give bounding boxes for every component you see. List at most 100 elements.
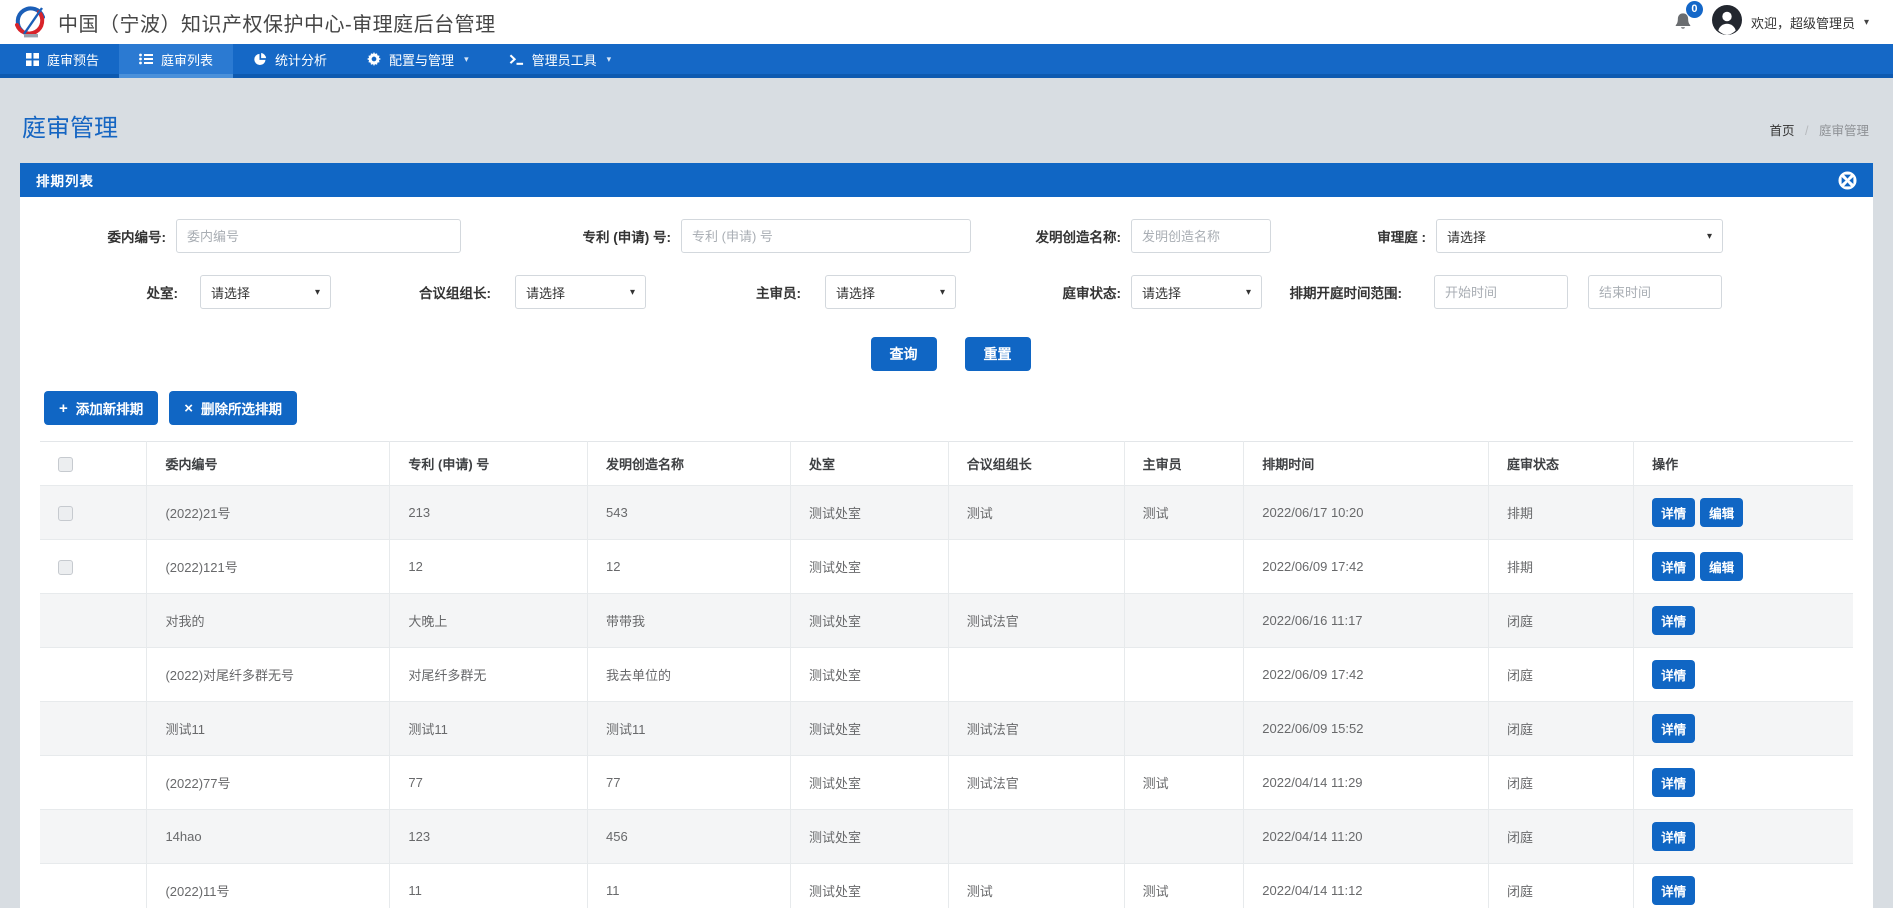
user-menu[interactable]: 欢迎，超级管理员 ▾ (1712, 5, 1869, 40)
chevron-down-icon: ▾ (1864, 17, 1869, 28)
nav-item-4[interactable]: 配置与管理▾ (347, 44, 489, 74)
detail-button[interactable]: 详情 (1652, 876, 1695, 905)
delete-selected-button[interactable]: × 删除所选排期 (169, 391, 297, 425)
table-cell: 2022/06/17 10:20 (1244, 486, 1489, 540)
table-row: 对我的大晚上带带我测试处室测试法官2022/06/16 11:17闭庭详情 (40, 594, 1853, 648)
avatar (1712, 5, 1742, 40)
table-cell: (2022)对尾纤多群无号 (147, 648, 390, 702)
patent-label: 专利 (申请) 号: (506, 226, 671, 246)
table-cell: 测试处室 (791, 864, 949, 908)
office-select[interactable]: 请选择 ▾ (200, 275, 331, 309)
table-cell: 12 (588, 540, 791, 594)
row-actions-cell: 详情编辑 (1634, 540, 1853, 594)
court-label: 审理庭 : (1271, 226, 1426, 246)
nav-item-label: 庭审列表 (161, 50, 213, 69)
table-cell: 测试11 (147, 702, 390, 756)
nav-item-2[interactable]: 庭审列表 (119, 44, 233, 74)
column-header: 合议组组长 (948, 442, 1124, 486)
table-cell: 测试处室 (791, 810, 949, 864)
table-cell (1124, 540, 1244, 594)
table-cell: 测试处室 (791, 648, 949, 702)
table-row: (2022)121号1212测试处室2022/06/09 17:42排期详情编辑 (40, 540, 1853, 594)
table-cell: 闭庭 (1489, 648, 1634, 702)
table-cell: 2022/04/14 11:12 (1244, 864, 1489, 908)
table-cell: 2022/06/09 17:42 (1244, 648, 1489, 702)
judge-select-value: 请选择 (836, 283, 875, 302)
presiding-select-value: 请选择 (526, 283, 565, 302)
detail-button[interactable]: 详情 (1652, 498, 1695, 527)
nav-item-5[interactable]: 管理员工具▾ (489, 44, 632, 74)
schedule-table: 委内编号专利 (申请) 号发明创造名称处室合议组组长主审员排期时间庭审状态操作 … (40, 441, 1853, 908)
status-label: 庭审状态: (956, 282, 1121, 302)
table-cell: 闭庭 (1489, 702, 1634, 756)
select-all-checkbox[interactable] (58, 457, 73, 472)
table-row: (2022)21号213543测试处室测试测试2022/06/17 10:20排… (40, 486, 1853, 540)
topbar: 中国（宁波）知识产权保护中心-审理庭后台管理 0 欢迎，超级管理员 ▾ (0, 0, 1893, 44)
nav-item-1[interactable]: 庭审预告 (6, 44, 119, 74)
table-cell: 闭庭 (1489, 594, 1634, 648)
notification-badge: 0 (1686, 1, 1703, 18)
table-cell (1124, 810, 1244, 864)
end-time-input[interactable] (1588, 275, 1722, 309)
detail-button[interactable]: 详情 (1652, 822, 1695, 851)
reset-button[interactable]: 重置 (965, 337, 1031, 371)
grid-icon (26, 53, 39, 66)
patent-input[interactable] (681, 219, 971, 253)
table-cell: 测试处室 (791, 702, 949, 756)
nav-item-3[interactable]: 统计分析 (233, 44, 347, 74)
table-cell: 对我的 (147, 594, 390, 648)
table-cell: 测试11 (588, 702, 791, 756)
table-cell: 排期 (1489, 540, 1634, 594)
table-cell: 闭庭 (1489, 864, 1634, 908)
collapse-icon[interactable] (1838, 171, 1857, 190)
plus-icon: + (59, 400, 68, 417)
notifications-button[interactable]: 0 (1674, 9, 1692, 36)
presiding-select[interactable]: 请选择 ▾ (515, 275, 646, 309)
weinei-input[interactable] (176, 219, 461, 253)
invention-input[interactable] (1131, 219, 1271, 253)
table-cell: 213 (390, 486, 588, 540)
table-cell: 123 (390, 810, 588, 864)
table-cell: 大晚上 (390, 594, 588, 648)
office-select-value: 请选择 (211, 283, 250, 302)
table-row: (2022)对尾纤多群无号对尾纤多群无我去单位的测试处室2022/06/09 1… (40, 648, 1853, 702)
row-checkbox[interactable] (58, 560, 73, 575)
column-header-checkbox (40, 442, 147, 486)
chevron-down-icon: ▾ (940, 287, 945, 298)
row-checkbox-cell (40, 864, 147, 908)
table-cell: 测试法官 (948, 702, 1124, 756)
court-select[interactable]: 请选择 ▾ (1436, 219, 1723, 253)
table-cell (1124, 648, 1244, 702)
detail-button[interactable]: 详情 (1652, 660, 1695, 689)
table-cell: (2022)11号 (147, 864, 390, 908)
row-actions-cell: 详情 (1634, 864, 1853, 908)
breadcrumb-current: 庭审管理 (1819, 124, 1869, 138)
nav-item-label: 统计分析 (275, 50, 327, 69)
judge-select[interactable]: 请选择 ▾ (825, 275, 956, 309)
edit-button[interactable]: 编辑 (1700, 552, 1743, 581)
column-header: 处室 (791, 442, 949, 486)
table-cell: 2022/06/16 11:17 (1244, 594, 1489, 648)
row-actions-cell: 详情 (1634, 756, 1853, 810)
detail-button[interactable]: 详情 (1652, 714, 1695, 743)
edit-button[interactable]: 编辑 (1700, 498, 1743, 527)
chevron-down-icon: ▾ (315, 287, 320, 298)
table-cell: 测试法官 (948, 756, 1124, 810)
add-schedule-button[interactable]: + 添加新排期 (44, 391, 158, 425)
chevron-down-icon: ▾ (607, 54, 612, 65)
table-cell: 测试 (948, 864, 1124, 908)
table-row: (2022)77号7777测试处室测试法官测试2022/04/14 11:29闭… (40, 756, 1853, 810)
column-header: 庭审状态 (1489, 442, 1634, 486)
detail-button[interactable]: 详情 (1652, 768, 1695, 797)
table-cell: 对尾纤多群无 (390, 648, 588, 702)
start-time-input[interactable] (1434, 275, 1568, 309)
table-cell: 测试法官 (948, 594, 1124, 648)
breadcrumb-home[interactable]: 首页 (1770, 124, 1795, 138)
detail-button[interactable]: 详情 (1652, 606, 1695, 635)
column-header: 操作 (1634, 442, 1853, 486)
detail-button[interactable]: 详情 (1652, 552, 1695, 581)
table-cell (948, 540, 1124, 594)
row-checkbox[interactable] (58, 506, 73, 521)
status-select[interactable]: 请选择 ▾ (1131, 275, 1262, 309)
search-button[interactable]: 查询 (871, 337, 937, 371)
